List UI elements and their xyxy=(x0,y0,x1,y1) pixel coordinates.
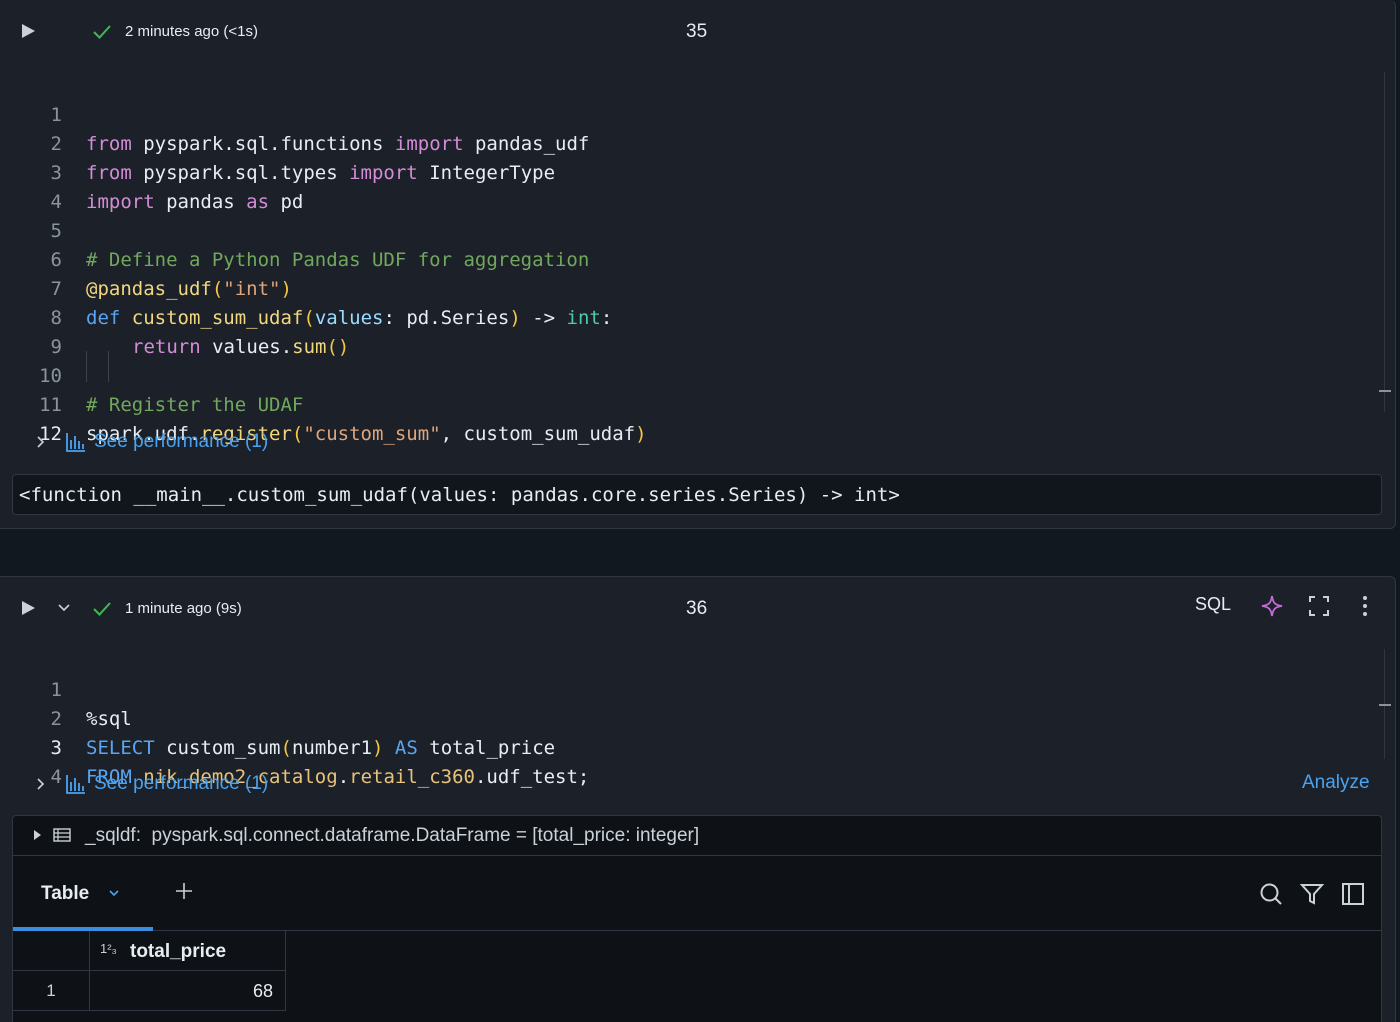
table-icon xyxy=(53,828,71,842)
code-line: 10 # Register the UDAF xyxy=(0,333,303,416)
code-line: 1 from pyspark.sql.functions import pand… xyxy=(0,72,590,155)
panel-icon[interactable] xyxy=(1341,882,1365,906)
dataframe-name: _sqldf: xyxy=(85,825,141,846)
code-line: 5 # Define a Python Pandas UDF for aggre… xyxy=(0,188,590,271)
filter-icon[interactable] xyxy=(1300,882,1324,906)
corner-cell xyxy=(13,931,90,971)
code-line: 8 return values.sum() xyxy=(0,275,349,382)
code-line: 4 xyxy=(0,159,69,213)
tab-table-label: Table xyxy=(41,883,90,904)
code-line: 9 xyxy=(0,304,69,358)
see-performance-label: See performance (1) xyxy=(94,773,269,794)
play-icon[interactable] xyxy=(22,24,35,38)
code-line: 3 import pandas as pd xyxy=(0,130,304,213)
see-performance-toggle[interactable]: See performance (1) xyxy=(34,428,268,456)
code-line: 4 xyxy=(0,734,69,788)
expand-triangle-icon[interactable] xyxy=(34,830,41,840)
more-icon[interactable] xyxy=(1353,594,1377,618)
cell-status: 1 minute ago (9s) xyxy=(125,600,242,617)
result-panel: _sqldf: pyspark.sql.connect.dataframe.Da… xyxy=(12,815,1382,1022)
code-line: 1 %sql xyxy=(0,647,132,730)
scrollbar-track[interactable] xyxy=(1384,72,1385,412)
result-tabbar: Table xyxy=(13,856,1381,931)
code-line: 12 xyxy=(0,391,69,445)
play-icon[interactable] xyxy=(22,601,35,615)
column-header-total-price[interactable]: 1²₃ total_price xyxy=(90,931,286,971)
integer-type-icon: 1²₃ xyxy=(100,941,117,956)
fullscreen-icon[interactable] xyxy=(1307,594,1331,618)
code-line: 3 FROM nik_demo2_catalog.retail_c360.udf… xyxy=(0,705,590,788)
chevron-down-icon[interactable] xyxy=(108,887,120,899)
language-selector[interactable]: SQL xyxy=(1195,594,1231,615)
cell-status: 2 minutes ago (<1s) xyxy=(125,23,258,40)
code-line: 7 def custom_sum_udaf(values: pd.Series)… xyxy=(0,246,613,329)
code-line: 6 @pandas_udf("int") xyxy=(0,217,292,300)
see-performance-label: See performance (1) xyxy=(94,431,269,452)
cell-header: 1 minute ago (9s) 36 xyxy=(0,577,1395,641)
tab-table[interactable]: Table xyxy=(13,856,153,931)
code-line: 2 from pyspark.sql.types import IntegerT… xyxy=(0,101,555,184)
row-index: 1 xyxy=(13,971,90,1011)
dataframe-schema: _sqldf: pyspark.sql.connect.dataframe.Da… xyxy=(85,825,699,847)
check-icon xyxy=(93,602,111,616)
dataframe-type: pyspark.sql.connect.dataframe.DataFrame … xyxy=(151,825,700,846)
see-performance-toggle[interactable]: See performance (1) xyxy=(34,770,268,798)
bar-chart-icon xyxy=(66,775,85,794)
analyze-link[interactable]: Analyze xyxy=(1302,772,1370,794)
chevron-right-icon xyxy=(37,778,45,790)
code-editor[interactable]: 1 %sql 2 SELECT custom_sum(number1) AS t… xyxy=(0,647,590,788)
chevron-down-icon[interactable] xyxy=(56,599,72,615)
table-cell[interactable]: 68 xyxy=(90,971,286,1011)
code-line: 11 spark.udf.register("custom_sum", cust… xyxy=(0,362,646,445)
bar-chart-icon xyxy=(66,433,85,452)
check-icon xyxy=(93,25,111,39)
code-line: 2 SELECT custom_sum(number1) AS total_pr… xyxy=(0,676,556,759)
search-icon[interactable] xyxy=(1259,882,1283,906)
cell-output: <function __main__.custom_sum_udaf(value… xyxy=(12,474,1382,515)
code-editor[interactable]: 1 from pyspark.sql.functions import pand… xyxy=(0,72,646,445)
dataframe-schema-row: _sqldf: pyspark.sql.connect.dataframe.Da… xyxy=(13,816,1381,856)
scrollbar-thumb[interactable] xyxy=(1379,390,1391,392)
cell-number: 36 xyxy=(686,598,708,619)
notebook-cell-35: 2 minutes ago (<1s) 35 1 from pyspark.sq… xyxy=(0,0,1396,529)
column-header-label: total_price xyxy=(130,941,227,962)
scrollbar-thumb[interactable] xyxy=(1379,704,1391,706)
cell-number: 35 xyxy=(686,21,708,42)
sparkle-icon[interactable] xyxy=(1260,594,1284,618)
chevron-right-icon xyxy=(37,436,45,448)
cell-header: 2 minutes ago (<1s) 35 xyxy=(0,0,1395,64)
plus-icon[interactable] xyxy=(174,881,194,901)
